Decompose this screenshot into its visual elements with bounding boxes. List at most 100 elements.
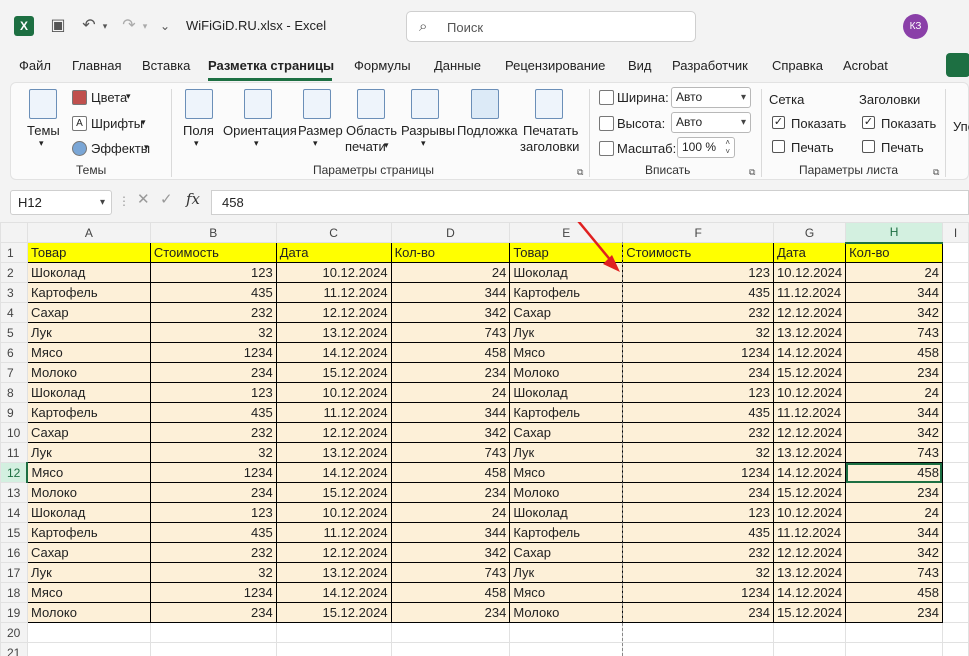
- tab-view[interactable]: Вид: [628, 58, 652, 73]
- margins-icon: [185, 89, 213, 119]
- print-area-button[interactable]: Область: [346, 123, 397, 138]
- divider: [761, 89, 762, 177]
- chevron-down-icon: ▾: [254, 138, 259, 148]
- print-titles-button-line2[interactable]: заголовки: [520, 139, 579, 154]
- colors-button[interactable]: Цвета: [91, 90, 127, 105]
- page-setup-launcher-icon[interactable]: ⧉: [577, 167, 583, 178]
- share-button[interactable]: [946, 53, 969, 77]
- chevron-down-icon: ▾: [99, 197, 105, 208]
- redo-icon[interactable]: ↷: [118, 14, 140, 38]
- headings-print-label: Печать: [881, 140, 924, 155]
- colors-icon: [72, 90, 87, 105]
- customize-toolbar-icon[interactable]: ⌄: [158, 14, 172, 38]
- chevron-down-icon: ▾: [144, 142, 149, 152]
- print-area-button-line2[interactable]: печати: [345, 139, 386, 154]
- chevron-down-icon: ▾: [194, 138, 199, 148]
- chevron-down-icon: ▾: [141, 117, 146, 127]
- headings-label: Заголовки: [859, 92, 921, 107]
- gridlines-label: Сетка: [769, 92, 805, 107]
- fonts-button[interactable]: Шрифты: [91, 116, 143, 131]
- cancel-icon[interactable]: ✕: [137, 190, 150, 208]
- chevron-down-icon: ▾: [313, 138, 318, 148]
- height-icon: [599, 116, 614, 131]
- chevron-down-icon: ▾: [39, 138, 44, 148]
- orientation-button[interactable]: Ориентация: [223, 123, 297, 138]
- active-tab-indicator: [208, 78, 332, 81]
- headings-view-checkbox[interactable]: ✓: [862, 116, 875, 129]
- save-icon[interactable]: ▣: [48, 14, 68, 38]
- headings-print-checkbox[interactable]: [862, 140, 875, 153]
- tab-data[interactable]: Данные: [434, 58, 481, 73]
- effects-icon: [72, 141, 87, 156]
- ribbon: Темы ▾ Цвета ▾ A Шрифты ▾ Эффекты ▾ Темы…: [10, 82, 969, 180]
- formula-bar: H12 ▾ ⋮ ✕ ✓ fx 458: [0, 186, 969, 218]
- name-box-value: H12: [18, 195, 42, 210]
- sheet-options-launcher-icon[interactable]: ⧉: [933, 167, 939, 178]
- size-button[interactable]: Размер: [298, 123, 343, 138]
- tab-formulas[interactable]: Формулы: [354, 58, 411, 73]
- window-title: WiFiGiD.RU.xlsx - Excel: [186, 18, 327, 33]
- width-value: Авто: [676, 90, 703, 104]
- background-icon: [471, 89, 499, 119]
- tab-review[interactable]: Рецензирование: [505, 58, 605, 73]
- size-icon: [303, 89, 331, 119]
- arrange-label[interactable]: Упо: [953, 119, 969, 134]
- effects-button[interactable]: Эффекты: [91, 141, 150, 156]
- worksheet-grid[interactable]: ABCDEFGHI 1 Товар Стоимость Дата Кол-во Товар…: [0, 222, 969, 656]
- scale-stepper[interactable]: 100 % ˄ ˅: [677, 137, 735, 158]
- width-icon: [599, 90, 614, 105]
- tab-acrobat[interactable]: Acrobat: [843, 58, 888, 73]
- height-value: Авто: [676, 115, 703, 129]
- tab-page-layout[interactable]: Разметка страницы: [208, 58, 334, 73]
- height-select[interactable]: Авто ▾: [671, 112, 751, 133]
- width-label: Ширина:: [617, 90, 669, 105]
- orientation-icon: [244, 89, 272, 119]
- scale-icon: [599, 141, 614, 156]
- gridlines-view-label: Показать: [791, 116, 847, 131]
- stepper-arrows-icon[interactable]: ˄ ˅: [725, 138, 730, 156]
- formula-input[interactable]: 458: [211, 190, 969, 215]
- print-area-icon: [357, 89, 385, 119]
- themes-group-label: Темы: [76, 163, 107, 177]
- avatar[interactable]: КЗ: [903, 14, 928, 39]
- divider: [945, 89, 946, 177]
- tab-file[interactable]: Файл: [19, 58, 51, 73]
- scale-to-fit-launcher-icon[interactable]: ⧉: [749, 167, 755, 178]
- chevron-down-icon: ▾: [384, 140, 389, 150]
- red-arrow-annotation: [577, 222, 620, 272]
- chevron-down-icon: ▾: [421, 138, 426, 148]
- undo-icon[interactable]: ↶: [78, 14, 100, 38]
- search-input[interactable]: ⌕ Поиск: [406, 11, 696, 42]
- height-label: Высота:: [617, 116, 666, 131]
- headings-view-label: Показать: [881, 116, 937, 131]
- tab-insert[interactable]: Вставка: [142, 58, 190, 73]
- tab-developer[interactable]: Разработчик: [672, 58, 748, 73]
- redo-dropdown-icon[interactable]: ▾: [140, 14, 150, 38]
- more-icon: ⋮: [118, 194, 130, 208]
- fonts-icon: A: [72, 116, 87, 131]
- tab-help[interactable]: Справка: [772, 58, 823, 73]
- search-placeholder: Поиск: [447, 20, 484, 35]
- enter-icon[interactable]: ✓: [160, 190, 173, 208]
- breaks-icon: [411, 89, 439, 119]
- chevron-down-icon: ▾: [740, 92, 746, 103]
- scale-value: 100 %: [682, 140, 717, 154]
- margins-button[interactable]: Поля: [183, 123, 214, 138]
- gridlines-print-label: Печать: [791, 140, 834, 155]
- themes-icon: [29, 89, 57, 119]
- print-titles-icon: [535, 89, 563, 119]
- ribbon-tabs: Файл Главная Вставка Разметка страницы Ф…: [0, 52, 969, 80]
- width-select[interactable]: Авто ▾: [671, 87, 751, 108]
- insert-function-icon[interactable]: fx: [186, 190, 200, 208]
- themes-button[interactable]: Темы: [27, 123, 60, 138]
- name-box[interactable]: H12 ▾: [10, 190, 112, 215]
- divider: [589, 89, 590, 177]
- scale-label: Масштаб:: [617, 141, 677, 156]
- tab-home[interactable]: Главная: [72, 58, 121, 73]
- breaks-button[interactable]: Разрывы: [401, 123, 455, 138]
- print-titles-button[interactable]: Печатать: [523, 123, 578, 138]
- gridlines-view-checkbox[interactable]: ✓: [772, 116, 785, 129]
- gridlines-print-checkbox[interactable]: [772, 140, 785, 153]
- background-button[interactable]: Подложка: [457, 123, 518, 138]
- undo-dropdown-icon[interactable]: ▾: [100, 14, 110, 38]
